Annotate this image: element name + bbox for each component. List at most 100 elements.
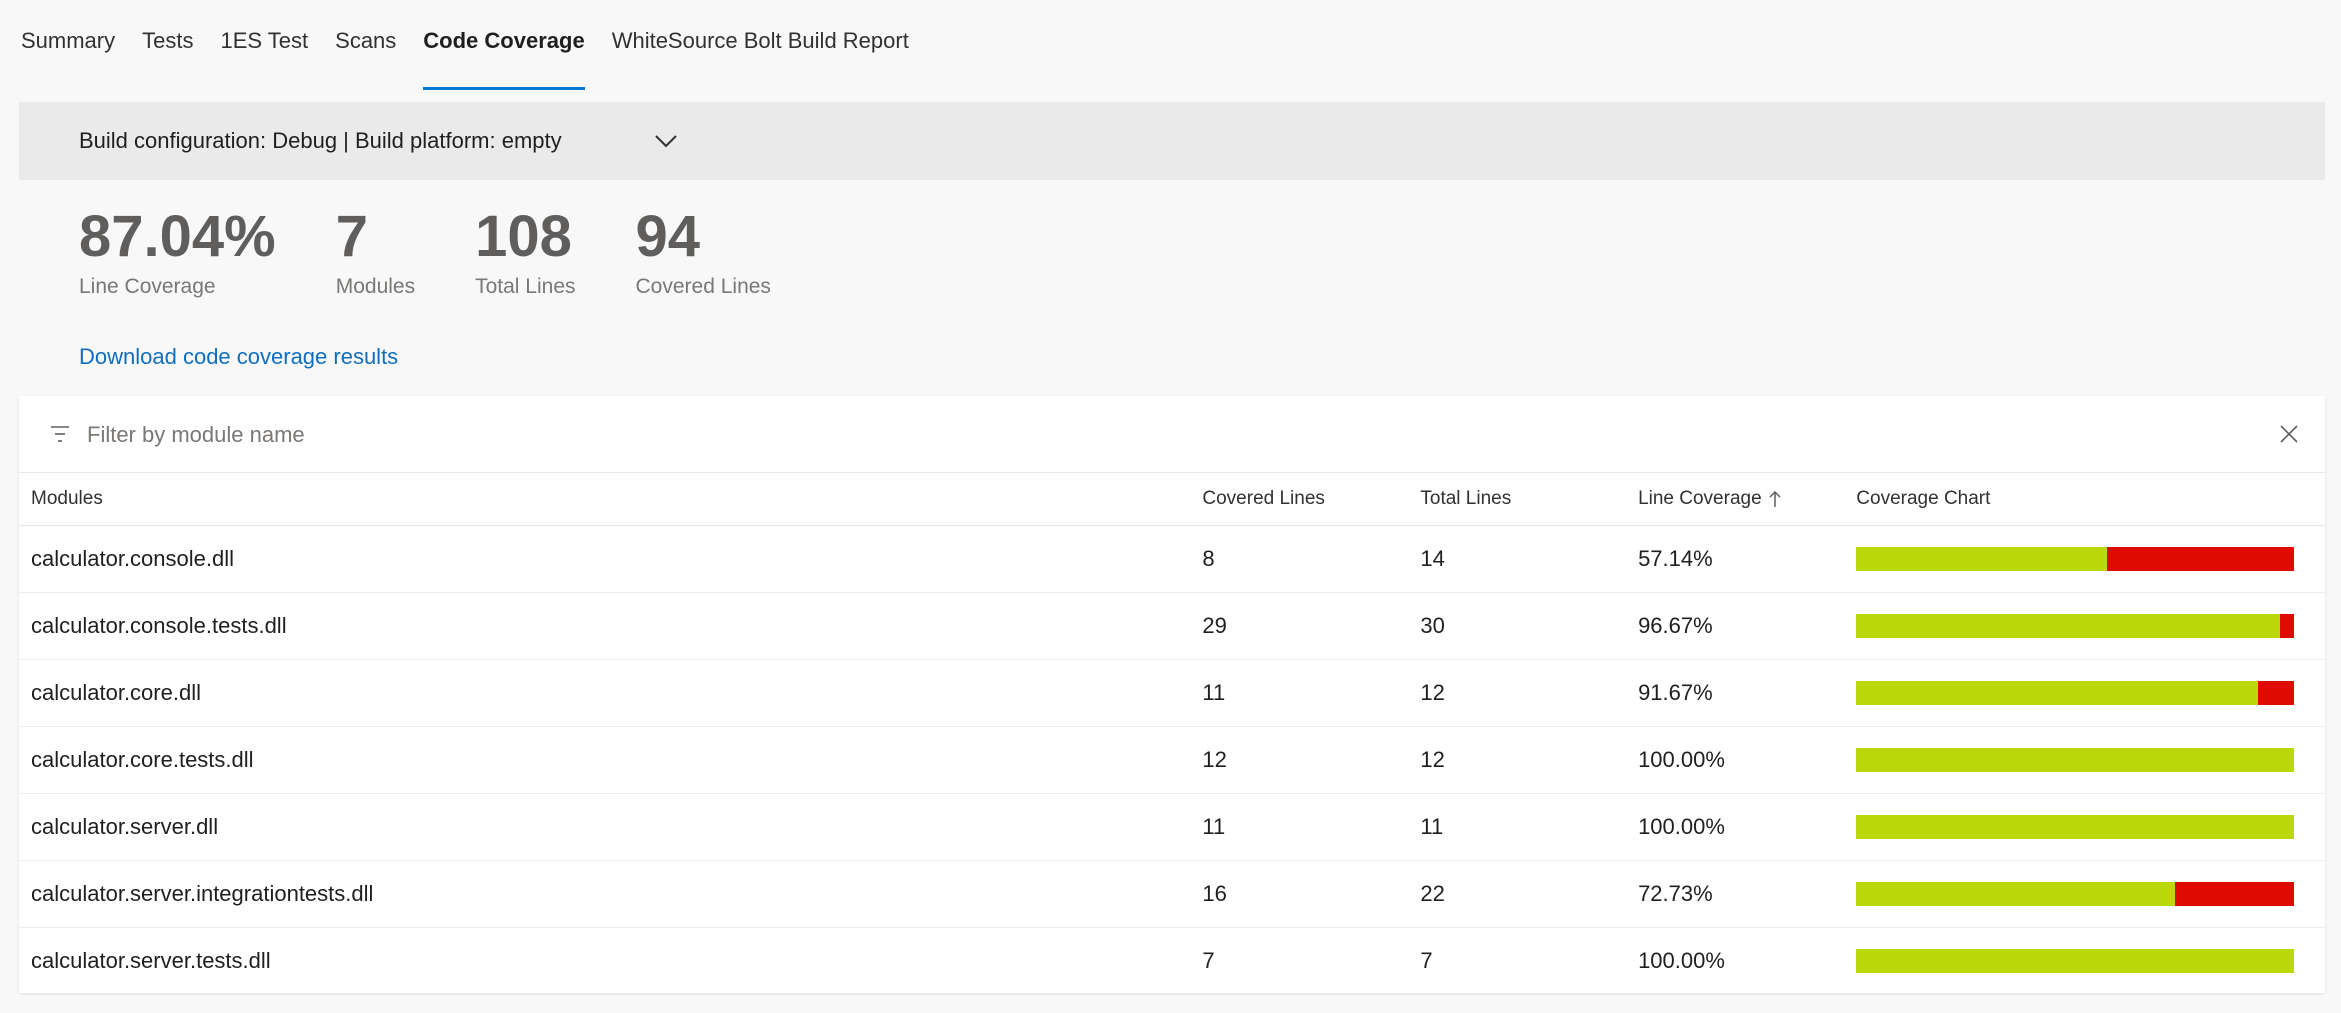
coverage-bar-covered — [1856, 949, 2295, 973]
coverage-bar — [1856, 882, 2295, 906]
coverage-bar-uncovered — [2174, 882, 2295, 906]
tab-code-coverage[interactable]: Code Coverage — [423, 18, 586, 90]
cell-module-name: calculator.core.dll — [19, 659, 1203, 727]
metric-total-lines: 108 Total Lines — [475, 205, 575, 299]
cell-line-coverage: 100.00% — [1638, 948, 1725, 973]
cell-coverage-chart — [1856, 928, 2325, 995]
coverage-bar-covered — [1856, 882, 2175, 906]
download-coverage-link[interactable]: Download code coverage results — [79, 344, 398, 370]
tab-whitesource-bolt-build-report[interactable]: WhiteSource Bolt Build Report — [612, 18, 909, 78]
table-row[interactable]: calculator.server.tests.dll 7 7 100.00% — [19, 928, 2325, 995]
coverage-bar — [1856, 949, 2295, 973]
line-coverage-label: Line Coverage — [79, 275, 216, 298]
metric-line-coverage: 87.04% Line Coverage — [79, 205, 276, 299]
coverage-bar-covered — [1856, 614, 2280, 638]
table-header-row: Modules Covered Lines Total Lines Line C… — [19, 473, 2325, 526]
modules-label: Modules — [335, 275, 416, 298]
coverage-bar — [1856, 681, 2295, 705]
total-lines-label: Total Lines — [475, 275, 576, 298]
tab-scans[interactable]: Scans — [335, 18, 396, 78]
cell-covered-lines: 29 — [1202, 592, 1421, 660]
cell-module-name: calculator.console.dll — [19, 525, 1203, 593]
cell-coverage-chart — [1856, 659, 2325, 727]
filter-bar — [19, 396, 2325, 473]
cell-total-lines: 12 — [1420, 659, 1639, 727]
cell-module-name: calculator.server.dll — [19, 793, 1203, 861]
build-configuration-selector[interactable]: Build configuration: Debug | Build platf… — [19, 102, 2325, 180]
coverage-bar-uncovered — [2257, 681, 2295, 705]
header-covered-lines-label: Covered Lines — [1202, 488, 1325, 509]
cell-covered-lines: 11 — [1202, 659, 1421, 727]
cell-module-name: calculator.server.tests.dll — [31, 948, 271, 973]
cell-coverage-chart — [1856, 726, 2325, 794]
coverage-table-card: Modules Covered Lines Total Lines Line C… — [19, 396, 2325, 993]
cell-line-coverage: 96.67% — [1638, 592, 1857, 660]
header-total-lines[interactable]: Total Lines — [1420, 473, 1639, 526]
cell-coverage-chart — [1856, 860, 2325, 928]
close-icon[interactable] — [2277, 422, 2301, 446]
table-row[interactable]: calculator.core.dll 11 12 91.67% — [19, 659, 2325, 727]
header-modules[interactable]: Modules — [19, 473, 1203, 526]
metric-modules: 7 Modules — [336, 205, 415, 299]
table-row[interactable]: calculator.console.tests.dll 29 30 96.67% — [19, 592, 2325, 660]
module-filter-input[interactable] — [85, 414, 1989, 456]
coverage-summary: 87.04% Line Coverage 7 Modules 108 Total… — [79, 205, 831, 299]
header-coverage-chart: Coverage Chart — [1856, 473, 2325, 526]
table-body: calculator.console.dll 8 14 57.14% calculato… — [19, 525, 2325, 995]
header-line-coverage-label: Line Coverage — [1638, 488, 1762, 509]
header-coverage-chart-label: Coverage Chart — [1856, 488, 1991, 509]
cell-covered-lines: 16 — [1202, 860, 1421, 928]
table-row[interactable]: calculator.console.dll 8 14 57.14% — [19, 525, 2325, 593]
modules-value: 7 — [335, 204, 368, 269]
chevron-down-icon[interactable] — [651, 126, 681, 156]
metric-covered-lines: 94 Covered Lines — [636, 205, 771, 299]
cell-line-coverage: 100.00% — [1638, 793, 1857, 861]
coverage-bar-covered — [1856, 815, 2295, 839]
header-total-lines-label: Total Lines — [1420, 488, 1512, 509]
cell-total-lines: 12 — [1420, 726, 1639, 794]
cell-total-lines: 11 — [1420, 793, 1639, 861]
cell-coverage-chart — [1856, 525, 2325, 593]
coverage-bar-covered — [1856, 681, 2258, 705]
cell-coverage-chart — [1856, 793, 2325, 861]
cell-module-name: calculator.core.tests.dll — [19, 726, 1203, 794]
table-row[interactable]: calculator.server.integrationtests.dll 16… — [19, 860, 2325, 928]
coverage-bar — [1856, 614, 2295, 638]
tab-1es-test[interactable]: 1ES Test — [220, 18, 308, 78]
cell-module-name: calculator.console.tests.dll — [19, 592, 1203, 660]
cell-total-lines: 14 — [1420, 525, 1639, 593]
table-row[interactable]: calculator.server.dll 11 11 100.00% — [19, 793, 2325, 861]
coverage-table: Modules Covered Lines Total Lines Line C… — [19, 473, 2325, 994]
header-covered-lines[interactable]: Covered Lines — [1202, 473, 1421, 526]
filter-icon — [51, 426, 69, 442]
cell-line-coverage: 72.73% — [1638, 860, 1857, 928]
cell-line-coverage: 100.00% — [1638, 726, 1857, 794]
covered-lines-label: Covered Lines — [635, 275, 771, 298]
cell-line-coverage: 91.67% — [1638, 659, 1857, 727]
coverage-bar-uncovered — [2279, 614, 2295, 638]
coverage-bar-uncovered — [2106, 547, 2295, 571]
covered-lines-value: 94 — [635, 204, 701, 269]
coverage-bar — [1856, 547, 2295, 571]
cell-covered-lines: 12 — [1202, 726, 1421, 794]
cell-total-lines: 30 — [1420, 592, 1639, 660]
coverage-bar-covered — [1856, 748, 2295, 772]
cell-module-name: calculator.server.integrationtests.dll — [19, 860, 1203, 928]
total-lines-value: 108 — [475, 204, 572, 269]
arrow-up-icon — [1769, 490, 1781, 507]
coverage-bar — [1856, 748, 2295, 772]
tab-bar: Summary Tests 1ES Test Scans Code Covera… — [21, 18, 936, 90]
cell-covered-lines: 8 — [1202, 525, 1421, 593]
cell-total-lines: 22 — [1420, 860, 1639, 928]
coverage-bar-covered — [1856, 547, 2107, 571]
cell-coverage-chart — [1856, 592, 2325, 660]
build-configuration-label: Build configuration: Debug | Build platf… — [79, 128, 562, 153]
tab-tests[interactable]: Tests — [142, 18, 193, 78]
header-modules-label: Modules — [31, 488, 103, 509]
cell-line-coverage: 57.14% — [1638, 525, 1857, 593]
header-line-coverage[interactable]: Line Coverage — [1638, 473, 1857, 526]
table-row[interactable]: calculator.core.tests.dll 12 12 100.00% — [19, 726, 2325, 794]
tab-summary[interactable]: Summary — [21, 18, 115, 78]
cell-covered-lines: 11 — [1202, 793, 1421, 861]
line-coverage-value: 87.04% — [79, 204, 276, 269]
